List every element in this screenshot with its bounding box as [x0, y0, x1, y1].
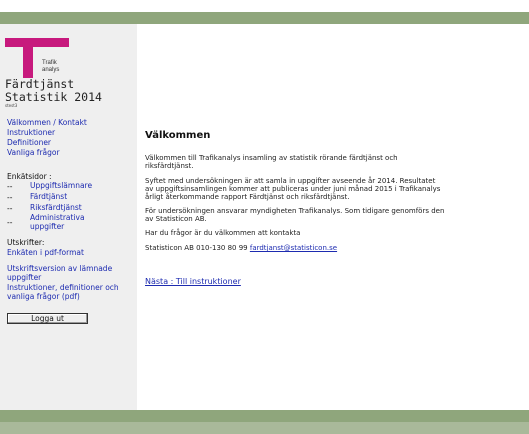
- logo-stem: [23, 47, 33, 78]
- top-band-white: [0, 0, 529, 12]
- responsibility-paragraph: För undersökningen ansvarar myndigheten …: [145, 207, 445, 223]
- printouts-label: Utskrifter:: [7, 238, 45, 247]
- contact-line: Statisticon AB 010-130 80 99 fardtjanst@…: [145, 244, 445, 252]
- print-version-link[interactable]: Utskriftsversion av lämnade uppgifter: [7, 264, 132, 282]
- top-band: [0, 0, 529, 24]
- logo-bar: [5, 38, 69, 47]
- bottom-band-lightgreen: [0, 422, 529, 434]
- trafikanalys-logo: Trafik analys: [5, 38, 71, 78]
- logout-button[interactable]: Logga ut: [7, 313, 88, 324]
- survey-item-dash: --: [7, 193, 13, 202]
- app-title: Färdtjänst Statistik 2014: [5, 78, 102, 104]
- sidebar: Trafik analys Färdtjänst Statistik 2014 …: [0, 24, 137, 410]
- nav-welcome-link[interactable]: Välkommen / Kontakt: [7, 118, 87, 127]
- bottom-band-green: [0, 410, 529, 422]
- next-instructions-link[interactable]: Nästa : Till instruktioner: [145, 277, 241, 286]
- survey-item-administrativa[interactable]: Administrativa uppgifter: [30, 213, 110, 231]
- logo-word-1: Trafik: [42, 60, 57, 66]
- nav-faq-link[interactable]: Vanliga frågor: [7, 148, 60, 157]
- intro-paragraph: Välkommen till Trafikanalys insamling av…: [145, 154, 398, 170]
- main-content: Välkommen Välkommen till Trafikanalys in…: [137, 24, 529, 410]
- top-band-green: [0, 12, 529, 24]
- nav-definitions-link[interactable]: Definitioner: [7, 138, 51, 147]
- nav-instructions-link[interactable]: Instruktioner: [7, 128, 55, 137]
- survey-item-dash: --: [7, 218, 13, 227]
- survey-item-fardtjanst[interactable]: Färdtjänst: [30, 192, 67, 202]
- survey-pages-label: Enkätsidor :: [7, 172, 52, 181]
- app-subtitle: stest3: [5, 103, 18, 108]
- logo-word-2: analys: [42, 67, 60, 73]
- app-title-line-2: Statistik 2014: [5, 90, 102, 104]
- instructions-pdf-link[interactable]: Instruktioner, definitioner och vanliga …: [7, 283, 132, 301]
- purpose-paragraph: Syftet med undersökningen är att samla i…: [145, 177, 441, 201]
- contact-phone: Statisticon AB 010-130 80 99: [145, 244, 248, 252]
- survey-item-dash: --: [7, 182, 13, 191]
- contact-prompt: Har du frågor är du välkommen att kontak…: [145, 229, 301, 237]
- survey-item-riksfardtjanst[interactable]: Riksfärdtjänst: [30, 203, 82, 213]
- contact-email-link[interactable]: fardtjanst@statisticon.se: [250, 244, 337, 252]
- bottom-band: [0, 410, 529, 434]
- pdf-survey-link[interactable]: Enkäten i pdf-format: [7, 248, 84, 257]
- survey-item-uppgiftslamnare[interactable]: Uppgiftslämnare: [30, 181, 92, 191]
- page-title: Välkommen: [145, 130, 211, 141]
- survey-item-dash: --: [7, 204, 13, 213]
